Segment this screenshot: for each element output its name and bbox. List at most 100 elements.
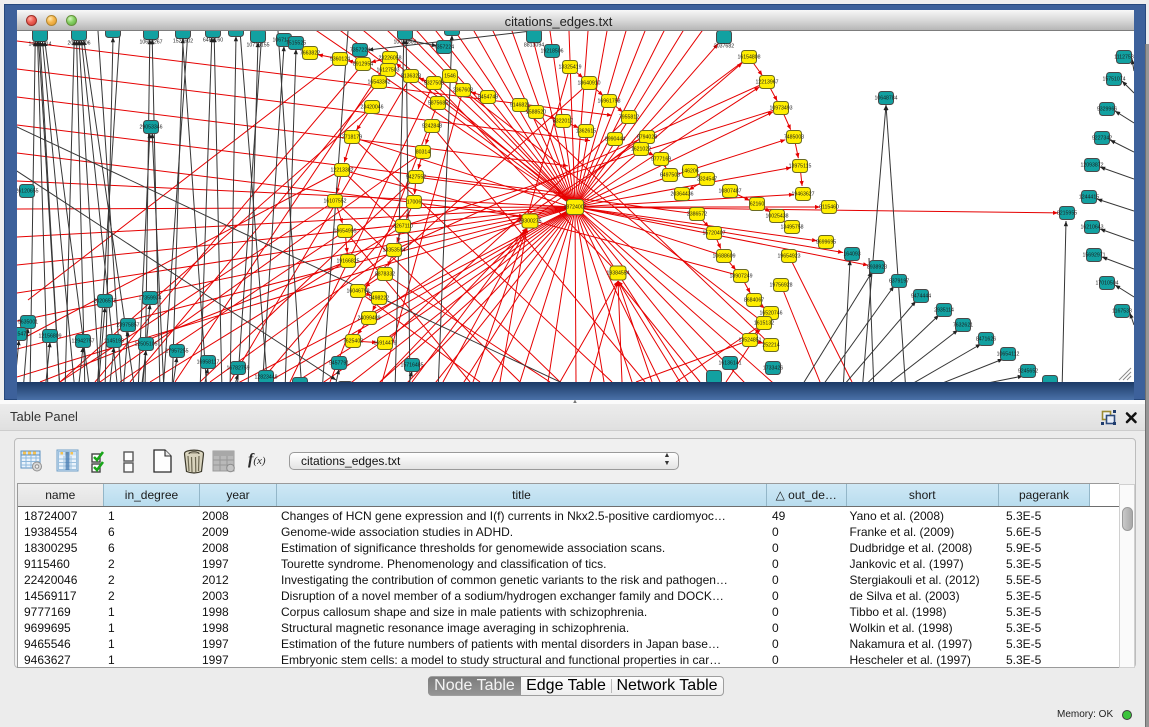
- svg-text:7955812: 7955812: [619, 115, 639, 121]
- svg-text:8878332: 8878332: [375, 272, 395, 278]
- svg-text:1733426: 1733426: [763, 366, 783, 372]
- svg-text:10973493: 10973493: [769, 106, 792, 112]
- svg-text:80314: 80314: [416, 150, 431, 156]
- svg-text:16782759: 16782759: [226, 366, 249, 372]
- svg-text:252214: 252214: [762, 343, 779, 349]
- svg-text:9327505: 9327505: [424, 81, 444, 87]
- svg-text:9115460: 9115460: [819, 205, 839, 211]
- svg-text:12093872: 12093872: [1080, 163, 1103, 169]
- svg-text:19166825: 19166825: [336, 259, 359, 265]
- svg-text:2367608: 2367608: [453, 88, 473, 94]
- svg-text:7632621: 7632621: [953, 323, 973, 329]
- svg-text:2718179: 2718179: [342, 135, 362, 141]
- svg-text:10648784: 10648784: [874, 96, 897, 102]
- svg-text:9227342: 9227342: [1092, 136, 1112, 142]
- svg-text:15751074: 15751074: [1102, 77, 1125, 83]
- svg-text:2386572: 2386572: [687, 212, 707, 218]
- svg-text:1167533: 1167533: [1112, 309, 1132, 315]
- svg-text:23420046: 23420046: [360, 105, 383, 111]
- svg-text:62160: 62160: [750, 202, 765, 208]
- svg-text:15716485: 15716485: [400, 363, 423, 369]
- svg-text:8684067: 8684067: [744, 298, 764, 304]
- svg-text:10653267: 10653267: [139, 40, 162, 46]
- svg-text:20364436: 20364436: [670, 192, 693, 198]
- svg-text:8215955: 8215955: [1057, 211, 1077, 217]
- svg-text:7663822: 7663822: [300, 51, 320, 57]
- svg-text:8912954: 8912954: [353, 62, 373, 68]
- svg-text:10033809: 10033809: [393, 40, 416, 46]
- svg-text:13524851: 13524851: [738, 338, 761, 344]
- svg-text:3267110: 3267110: [393, 224, 413, 230]
- svg-text:9474444: 9474444: [911, 294, 931, 300]
- svg-text:12156809: 12156809: [38, 334, 61, 340]
- svg-text:16136141: 16136141: [718, 361, 741, 367]
- svg-text:19654955: 19654955: [333, 229, 356, 235]
- svg-text:10719155: 10719155: [246, 43, 269, 49]
- svg-text:13495758: 13495758: [780, 225, 803, 231]
- svg-text:9635001: 9635001: [18, 320, 38, 326]
- svg-text:14055714: 14055714: [28, 42, 51, 48]
- svg-text:146206: 146206: [681, 169, 698, 175]
- svg-text:8454749: 8454749: [478, 95, 498, 101]
- svg-text:1112753: 1112753: [1114, 55, 1134, 61]
- svg-text:23975857: 23975857: [116, 323, 139, 329]
- svg-text:5875685: 5875685: [428, 101, 448, 107]
- svg-text:9457791: 9457791: [329, 361, 349, 367]
- svg-text:16520746: 16520746: [759, 311, 782, 317]
- svg-text:13325419: 13325419: [558, 65, 581, 71]
- svg-text:9245652: 9245652: [1018, 369, 1038, 375]
- svg-text:12213967: 12213967: [755, 80, 778, 86]
- svg-text:7485003: 7485003: [784, 135, 804, 141]
- svg-text:1527602: 1527602: [173, 39, 193, 45]
- svg-text:6794028: 6794028: [637, 135, 657, 141]
- svg-text:16961758: 16961758: [597, 99, 620, 105]
- svg-text:15692971: 15692971: [1082, 253, 1105, 259]
- svg-text:19384554: 19384554: [606, 271, 629, 277]
- svg-text:23300275: 23300275: [518, 219, 541, 225]
- svg-text:10025438: 10025438: [765, 214, 788, 220]
- svg-text:2037682: 2037682: [714, 44, 734, 50]
- svg-text:10807487: 10807487: [718, 189, 741, 195]
- svg-text:29053346: 29053346: [139, 125, 162, 131]
- svg-text:19756928: 19756928: [769, 283, 792, 289]
- svg-text:20691406: 20691406: [67, 41, 90, 47]
- svg-text:8471626: 8471626: [976, 337, 996, 343]
- svg-text:10688609: 10688609: [712, 254, 735, 260]
- svg-text:9699695: 9699695: [816, 240, 836, 246]
- svg-text:9360124: 9360124: [330, 57, 350, 63]
- svg-text:12505105: 12505105: [134, 342, 157, 348]
- svg-text:17006: 17006: [407, 200, 422, 206]
- svg-text:9777169: 9777169: [651, 157, 671, 163]
- svg-text:1621022: 1621022: [631, 147, 651, 153]
- svg-text:1615132: 1615132: [754, 321, 774, 327]
- svg-text:19463627: 19463627: [791, 192, 814, 198]
- svg-text:16210643: 16210643: [1080, 225, 1103, 231]
- svg-text:16107552: 16107552: [323, 199, 346, 205]
- svg-text:10654112: 10654112: [997, 352, 1020, 358]
- svg-text:23226058: 23226058: [378, 56, 401, 62]
- svg-text:16543362: 16543362: [367, 80, 390, 86]
- svg-text:16914479: 16914479: [373, 341, 396, 347]
- svg-text:3915471: 3915471: [17, 332, 29, 338]
- svg-text:16154808: 16154808: [737, 55, 760, 61]
- svg-text:9146821: 9146821: [510, 103, 530, 109]
- svg-text:13975115: 13975115: [789, 164, 812, 170]
- svg-text:7357224: 7357224: [434, 45, 454, 51]
- svg-text:26120655: 26120655: [17, 189, 39, 195]
- svg-text:1145193: 1145193: [104, 339, 124, 345]
- svg-text:18724007: 18724007: [563, 205, 586, 211]
- svg-text:3324547: 3324547: [697, 177, 717, 183]
- svg-text:12823448: 12823448: [254, 375, 277, 381]
- svg-text:17359934: 17359934: [138, 296, 161, 302]
- svg-text:15720407: 15720407: [702, 231, 725, 237]
- svg-text:12942757: 12942757: [71, 339, 94, 345]
- svg-text:9242848: 9242848: [422, 124, 442, 130]
- svg-text:8990444: 8990444: [605, 137, 625, 143]
- svg-text:12213382: 12213382: [330, 168, 353, 174]
- svg-text:18640910: 18640910: [577, 81, 600, 87]
- svg-text:7357224: 7357224: [350, 48, 370, 54]
- svg-text:20206575: 20206575: [93, 299, 116, 305]
- svg-text:8938923: 8938923: [867, 265, 887, 271]
- svg-text:6497503: 6497503: [660, 173, 680, 179]
- svg-text:1362615: 1362615: [576, 129, 596, 135]
